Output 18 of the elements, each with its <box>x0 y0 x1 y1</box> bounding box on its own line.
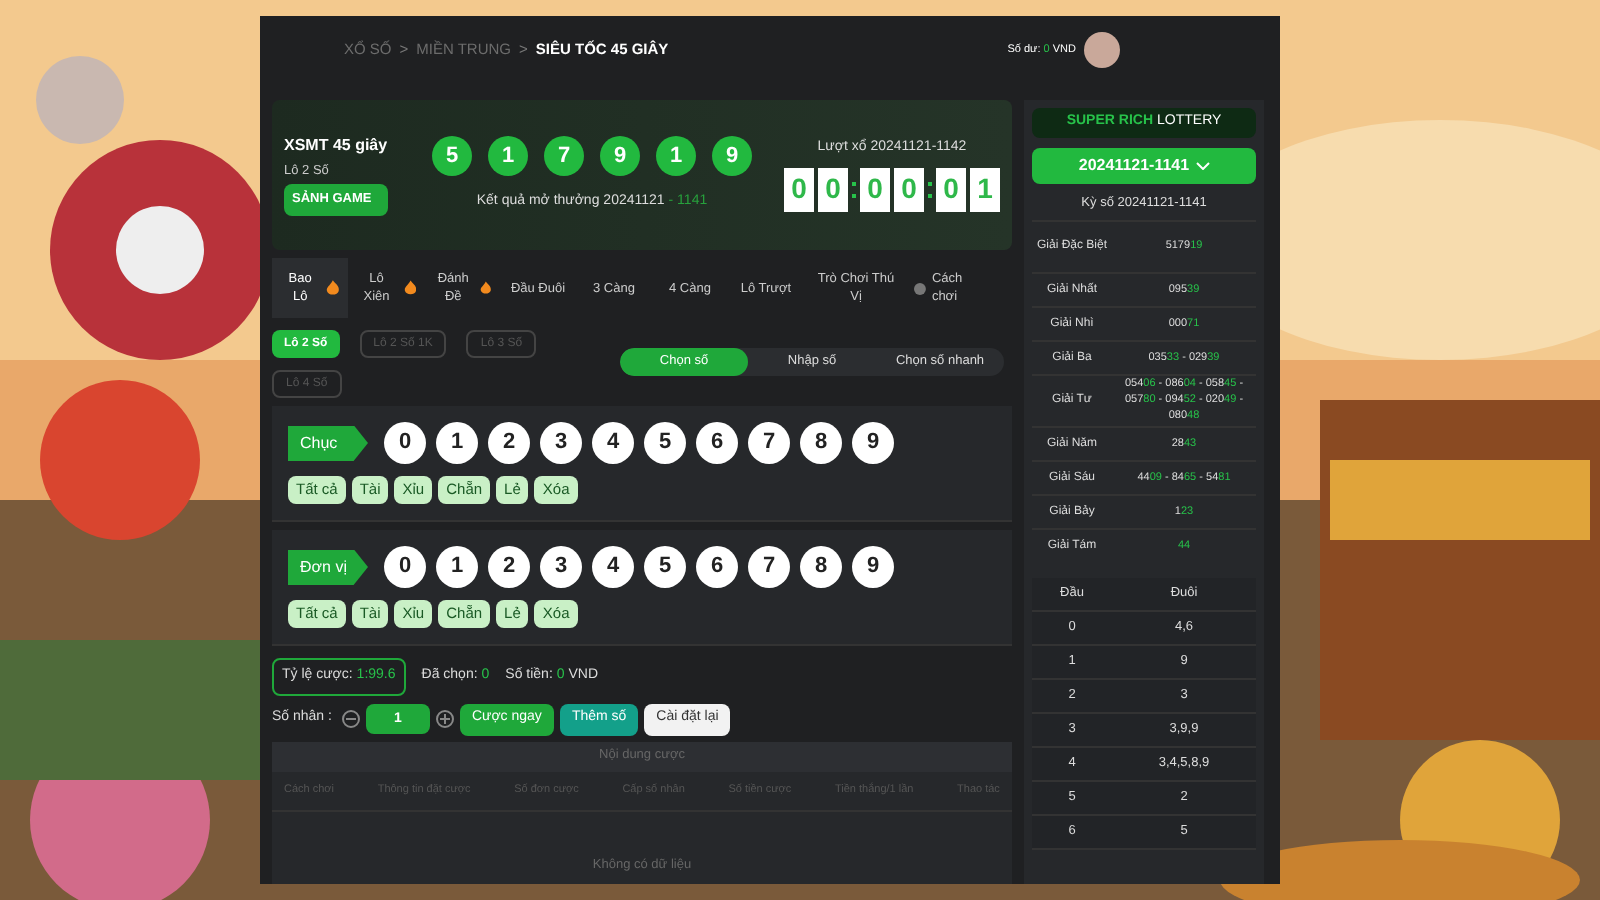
flame-icon <box>403 280 416 296</box>
flame-icon <box>326 280 340 296</box>
countdown-digit: 0 <box>860 167 890 212</box>
countdown-digit: 0 <box>784 167 814 212</box>
countdown-digit: 0 <box>818 167 848 212</box>
avatar[interactable] <box>1084 32 1120 68</box>
game-title: XSMT 45 giây <box>284 133 390 158</box>
row-label: Chục <box>288 425 368 461</box>
minus-button[interactable] <box>341 710 360 728</box>
plus-icon <box>439 714 450 724</box>
plus-button[interactable] <box>435 710 454 728</box>
countdown-digit: 0 <box>936 167 966 212</box>
row-label: Đơn vị <box>288 549 368 585</box>
countdown-digit: 1 <box>970 167 1000 212</box>
minus-icon <box>345 718 356 720</box>
countdown-digit: 0 <box>894 167 924 212</box>
flame-icon <box>480 280 492 296</box>
chevron-down-icon <box>1195 162 1210 170</box>
